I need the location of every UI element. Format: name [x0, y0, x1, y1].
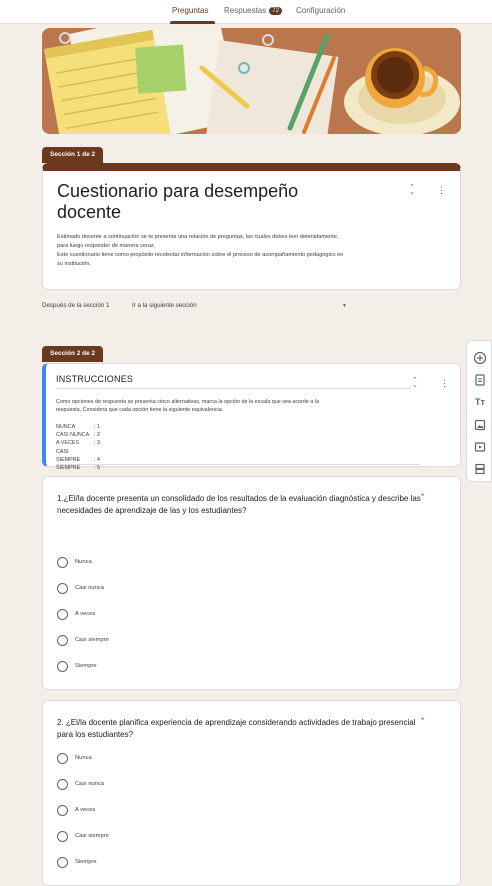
collapse-section-icon[interactable]: ⌃ ⌄	[412, 377, 418, 389]
scale-value: : 3	[94, 440, 100, 447]
radio-button[interactable]	[57, 857, 68, 868]
option-label: A veces	[75, 611, 96, 617]
required-asterisk: *	[421, 716, 425, 725]
scale-label: NUNCA	[56, 424, 76, 430]
top-tabs-bar: Preguntas Respuestas 72 Configuración	[0, 0, 492, 24]
more-options-icon[interactable]: ⋮	[440, 378, 449, 389]
form-title[interactable]: Cuestionario para desempeño docente	[57, 181, 357, 223]
option-label: Nunca	[75, 559, 92, 565]
required-asterisk: *	[421, 492, 425, 501]
add-title-icon[interactable]: Tт	[473, 395, 487, 409]
form-description-line: para luego responder de manera veraz.	[57, 243, 156, 249]
radio-button[interactable]	[57, 753, 68, 764]
form-title-card[interactable]: Cuestionario para desempeño docente ⌃ ⌄ ⋮…	[42, 163, 461, 290]
section-1-label: Sección 1 de 2	[42, 147, 104, 163]
tab-preguntas[interactable]: Preguntas	[172, 6, 208, 15]
section-2-label: Sección 2 de 2	[42, 346, 104, 362]
instructions-line: respuesta. Considera que cada opción tie…	[56, 407, 224, 413]
radio-button[interactable]	[57, 831, 68, 842]
form-description-line: su institución.	[57, 261, 91, 267]
tab-configuracion[interactable]: Configuración	[296, 6, 345, 15]
scale-item: A VECES : 3	[56, 439, 100, 447]
divider	[56, 464, 420, 465]
question-card-2[interactable]: 2. ¿El/la docente planifica experiencia …	[42, 700, 461, 886]
option-label: Casi siempre	[75, 637, 109, 643]
active-tab-indicator	[170, 21, 215, 24]
add-video-icon[interactable]	[473, 440, 487, 454]
more-options-icon[interactable]: ⋮	[437, 185, 446, 196]
question-card-1[interactable]: 1.¿El/la docente presenta un consolidado…	[42, 476, 461, 690]
option-label: Nunca	[75, 755, 92, 761]
form-description-line: Este cuestionario tiene como propósito r…	[57, 252, 344, 258]
scale-label: CASI NUNCA	[56, 432, 90, 439]
scale-label: A VECES	[56, 440, 80, 447]
scale-value: : 4	[94, 456, 100, 463]
option-label: Casi siempre	[75, 833, 109, 839]
question-text[interactable]: 1.¿El/la docente presenta un consolidado…	[57, 493, 422, 516]
form-description[interactable]: Estimado docente a continuación se te pr…	[57, 233, 452, 269]
scale-item: CASI NUNCA : 2	[56, 431, 100, 439]
instructions-card[interactable]: INSTRUCCIONES ⌃ ⌄ ⋮ Como opciones de resp…	[42, 363, 461, 471]
scale-item: SIEMPRE : 5	[56, 464, 100, 472]
option-label: Siempre	[75, 663, 97, 669]
header-image	[42, 28, 461, 134]
after-section-select[interactable]: Ir a la siguiente sección	[132, 302, 197, 309]
radio-button[interactable]	[57, 635, 68, 646]
radio-button[interactable]	[57, 557, 68, 568]
option-label: Casi nunca	[75, 781, 105, 787]
import-questions-icon[interactable]	[473, 373, 487, 387]
add-section-icon[interactable]	[473, 462, 487, 476]
scale-label: SIEMPRE	[56, 465, 81, 472]
after-section-label: Después de la sección 1	[42, 302, 110, 309]
scale-item: CASI SIEMPRE : 4	[56, 448, 100, 464]
instructions-text[interactable]: Como opciones de respuesta se presenta c…	[56, 398, 451, 414]
radio-button[interactable]	[57, 661, 68, 672]
collapse-section-icon[interactable]: ⌃ ⌄	[409, 184, 415, 196]
instructions-title[interactable]: INSTRUCCIONES	[56, 374, 411, 389]
dropdown-arrow-icon[interactable]: ▼	[342, 303, 347, 309]
scale-label: CASI SIEMPRE	[56, 448, 81, 463]
add-image-icon[interactable]	[473, 418, 487, 432]
scale-item: NUNCA : 1	[56, 423, 100, 431]
radio-button[interactable]	[57, 583, 68, 594]
responses-count-badge: 72	[269, 7, 282, 15]
desk-illustration	[42, 28, 461, 134]
radio-button[interactable]	[57, 609, 68, 620]
scale-value: : 1	[94, 424, 100, 430]
radio-button[interactable]	[57, 805, 68, 816]
side-toolbar: Tт	[466, 340, 492, 482]
question-text[interactable]: 2. ¿El/la docente planifica experiencia …	[57, 717, 422, 740]
tab-respuestas[interactable]: Respuestas 72	[224, 6, 282, 15]
option-label: A veces	[75, 807, 96, 813]
scale-value: : 2	[94, 432, 100, 439]
option-label: Siempre	[75, 859, 97, 865]
tab-respuestas-label: Respuestas	[224, 6, 267, 15]
radio-button[interactable]	[57, 779, 68, 790]
add-question-icon[interactable]	[473, 351, 487, 365]
form-description-line: Estimado docente a continuación se te pr…	[57, 234, 339, 240]
scale-value: : 5	[94, 465, 100, 472]
option-label: Casi nunca	[75, 585, 105, 591]
instructions-line: Como opciones de respuesta se presenta c…	[56, 399, 320, 405]
